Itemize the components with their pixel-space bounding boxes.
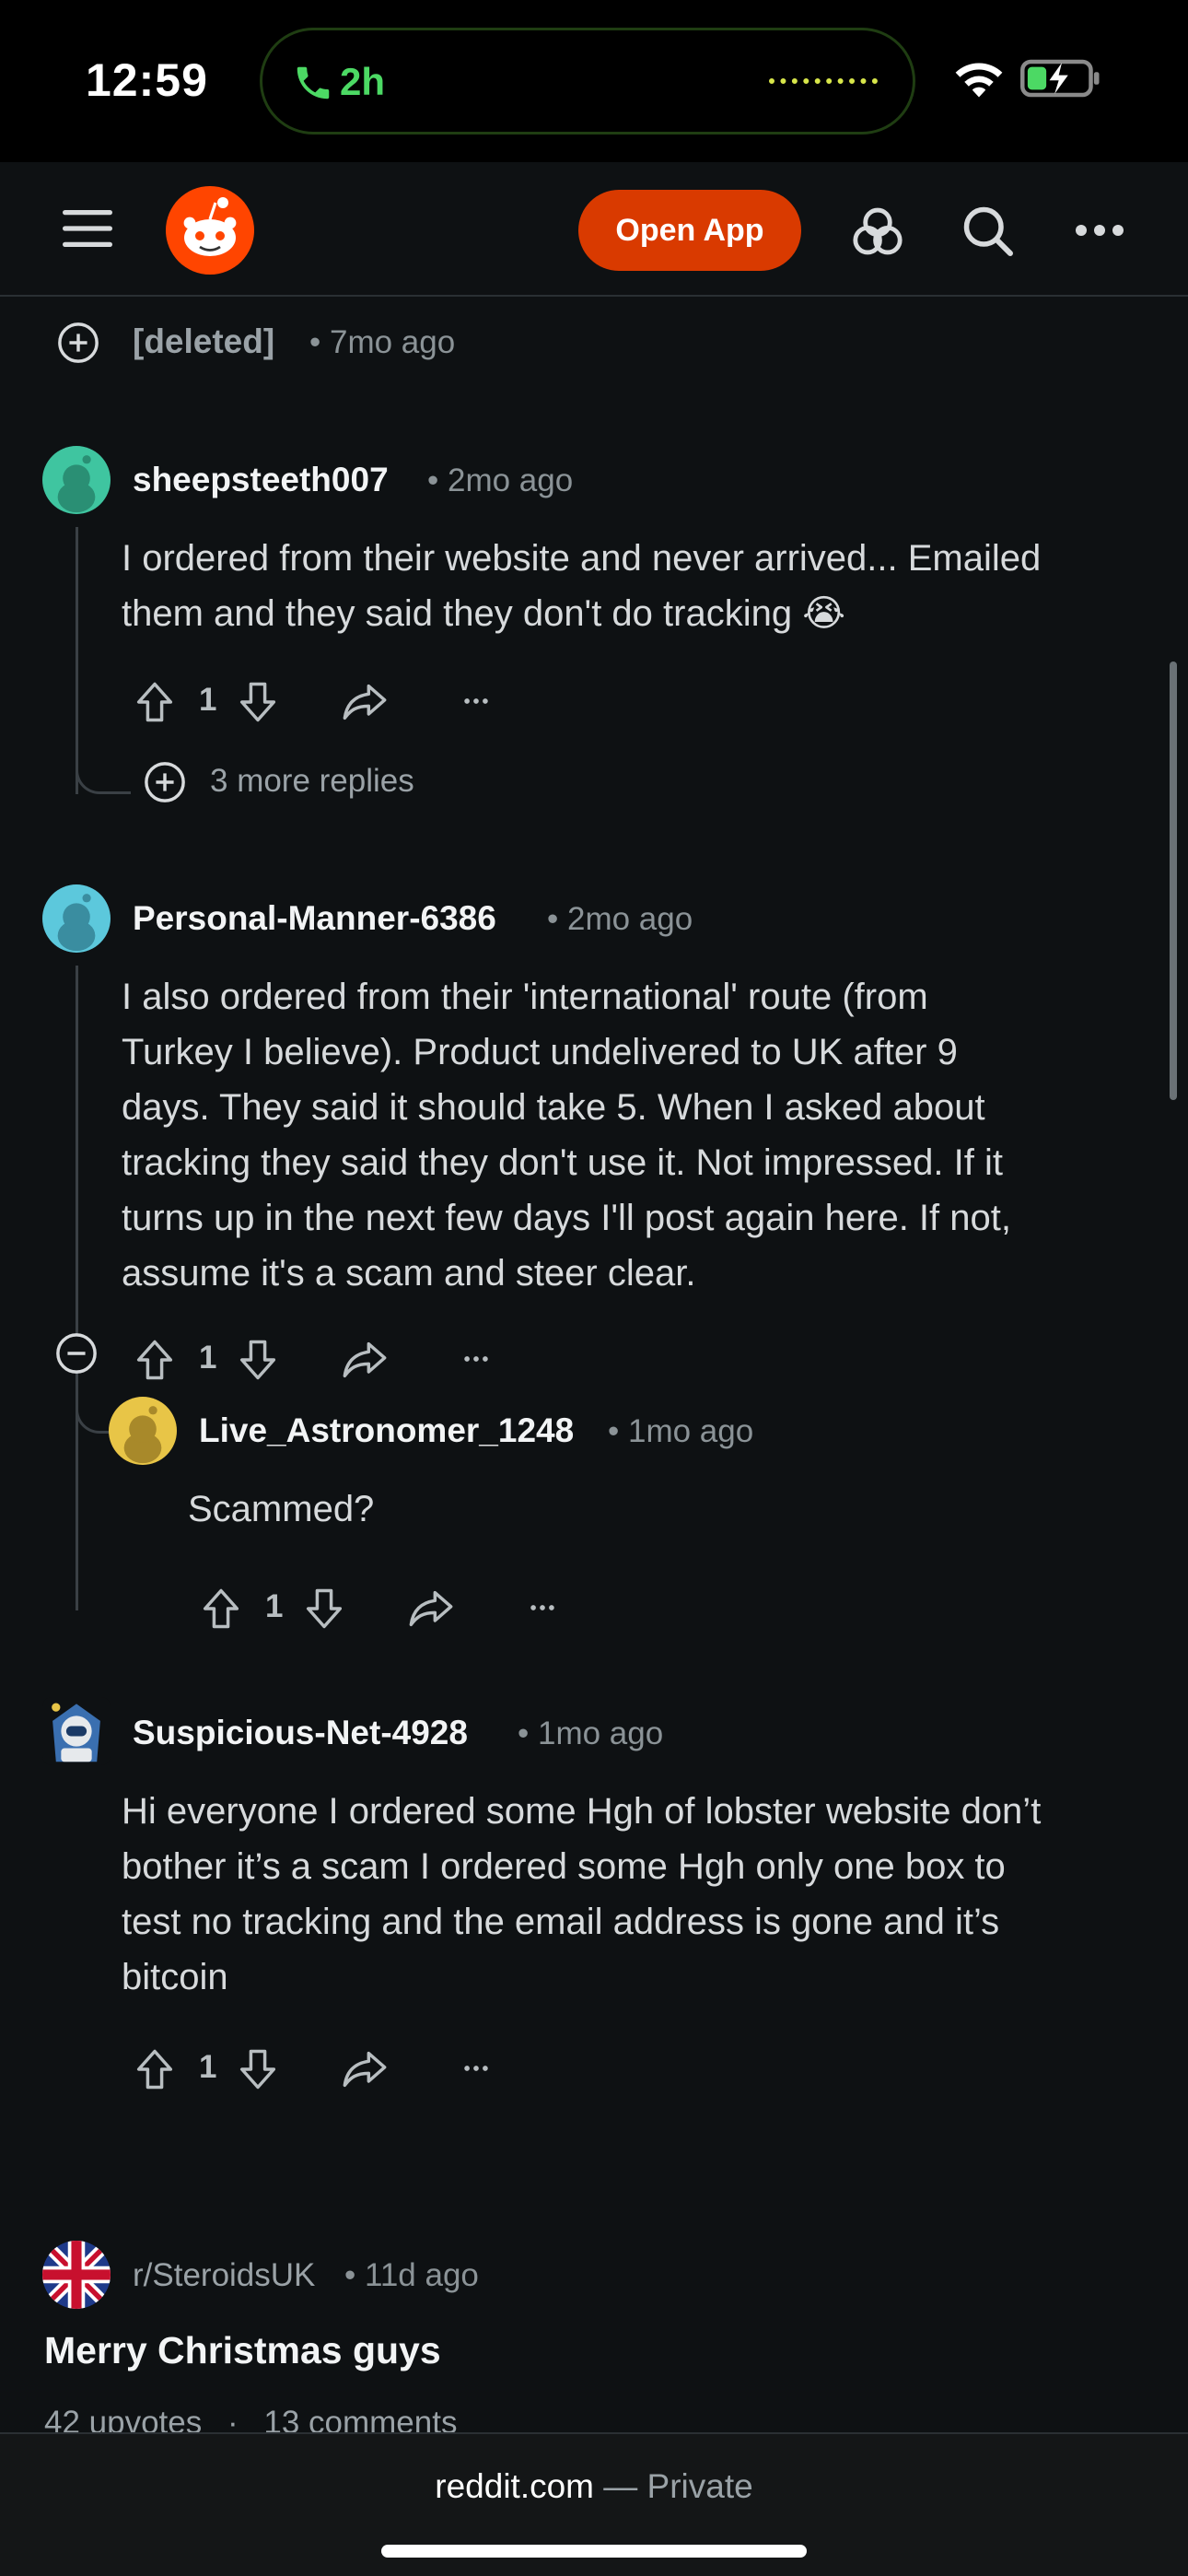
private-label: — Private (594, 2467, 753, 2505)
downvote-icon[interactable] (300, 1585, 348, 1633)
stats-separator: · (227, 2405, 239, 2432)
games-icon[interactable] (851, 205, 904, 258)
vote-count: 1 (265, 1588, 284, 1624)
comment-age: • 2mo ago (427, 463, 574, 498)
comment-age: • 1mo ago (608, 1413, 754, 1449)
url-bar[interactable]: reddit.com — Private (0, 2467, 1188, 2506)
share-icon[interactable] (341, 678, 389, 726)
comment-more-icon[interactable] (460, 1347, 492, 1371)
subreddit-icon[interactable] (42, 2241, 111, 2309)
comment-body: I also ordered from their 'international… (122, 969, 1153, 1301)
avatar[interactable] (109, 1397, 177, 1465)
status-bar: 12:59 2h (0, 0, 1188, 162)
dynamic-island-call[interactable]: 2h (260, 28, 915, 135)
astronaut-avatar-icon (42, 1697, 111, 1765)
expand-replies-icon[interactable] (144, 761, 186, 803)
url-domain: reddit.com (435, 2467, 594, 2505)
comment-line: bitcoin (122, 1957, 228, 1997)
scrollbar[interactable] (1170, 662, 1177, 1100)
wifi-icon (955, 63, 1003, 98)
share-icon[interactable] (341, 2045, 389, 2093)
snoo-avatar-icon (42, 446, 111, 514)
comment-author-deleted[interactable]: [deleted] (133, 322, 274, 361)
upvote-icon[interactable] (197, 1585, 245, 1633)
comment-body: Scammed? (188, 1489, 375, 1529)
upvote-count: 42 upvotes (44, 2405, 203, 2432)
comment-author[interactable]: Live_Astronomer_1248 (199, 1411, 574, 1450)
status-time: 12:59 (86, 54, 208, 106)
downvote-icon[interactable] (234, 1336, 282, 1384)
top-navigation: Open App (0, 162, 1188, 297)
comment-age: • 2mo ago (547, 901, 693, 937)
comment-more-icon[interactable] (460, 2056, 492, 2080)
comment-line: test no tracking and the email address i… (122, 1902, 1000, 1942)
vote-count: 1 (199, 682, 217, 718)
comment-actions: 1 (129, 2038, 543, 2102)
snoo-avatar-icon (42, 884, 111, 953)
comment-line: Turkey I believe). Product undelivered t… (122, 1032, 958, 1072)
hamburger-menu-icon[interactable] (63, 206, 112, 251)
share-icon[interactable] (407, 1585, 455, 1633)
snoo-avatar-icon (109, 1397, 177, 1465)
comment-author[interactable]: Suspicious-Net-4928 (133, 1714, 468, 1752)
comment-line: assume it's a scam and steer clear. (122, 1253, 696, 1294)
comment-author[interactable]: Personal-Manner-6386 (133, 899, 496, 938)
comment-line: bother it’s a scam I ordered some Hgh on… (122, 1846, 1006, 1887)
comment-line: I ordered from their website and never a… (122, 538, 1042, 579)
post-stats: 42 upvotes · 13 comments (44, 2405, 457, 2432)
avatar[interactable] (42, 1697, 111, 1765)
home-indicator[interactable] (381, 2545, 807, 2558)
comment-body: I ordered from their website and never a… (122, 531, 1153, 641)
phone-icon (297, 66, 330, 100)
share-icon[interactable] (341, 1336, 389, 1384)
comment-age: • 1mo ago (518, 1715, 664, 1751)
comment-line: them and they said they don't do trackin… (122, 593, 845, 634)
reddit-logo-icon[interactable] (166, 186, 254, 275)
collapse-comment-icon[interactable] (55, 1332, 98, 1375)
post-title[interactable]: Merry Christmas guys (44, 2329, 441, 2372)
search-icon[interactable] (960, 203, 1015, 258)
union-flag-icon (42, 2241, 111, 2309)
avatar[interactable] (42, 446, 111, 514)
more-replies-link[interactable]: 3 more replies (210, 763, 414, 800)
expand-comment-icon[interactable] (57, 322, 99, 364)
comment-age: • 7mo ago (309, 324, 456, 360)
more-options-icon[interactable] (1070, 203, 1129, 258)
comment-line: days. They said it should take 5. When I… (122, 1087, 985, 1128)
comment-count: 13 comments (263, 2405, 458, 2432)
thread-line[interactable] (76, 966, 78, 1610)
comment-line: tracking they said they don't use it. No… (122, 1142, 1003, 1183)
avatar[interactable] (42, 884, 111, 953)
comment-line: Hi everyone I ordered some Hgh of lobste… (122, 1791, 1042, 1832)
upvote-icon[interactable] (131, 678, 179, 726)
upvote-icon[interactable] (131, 1336, 179, 1384)
open-app-button[interactable]: Open App (578, 190, 801, 271)
vote-count: 1 (199, 2049, 217, 2085)
comment-more-icon[interactable] (527, 1596, 558, 1620)
battery-charging-icon (1020, 59, 1100, 98)
comment-actions: 1 (129, 1329, 543, 1393)
comment-body: Hi everyone I ordered some Hgh of lobste… (122, 1784, 1153, 2005)
comment-actions: 1 (129, 671, 543, 735)
comment-actions: 1 (195, 1577, 610, 1642)
comment-line: I also ordered from their 'international… (122, 977, 928, 1017)
subreddit-name[interactable]: r/SteroidsUK (133, 2257, 315, 2294)
downvote-icon[interactable] (234, 678, 282, 726)
comment-thread: [deleted] • 7mo ago sheepsteeth007 • 2mo… (0, 299, 1188, 2432)
comment-more-icon[interactable] (460, 689, 492, 713)
upvote-icon[interactable] (131, 2045, 179, 2093)
comment-author[interactable]: sheepsteeth007 (133, 461, 389, 499)
audio-waveform-icon (769, 78, 878, 86)
comment-line: turns up in the next few days I'll post … (122, 1198, 1011, 1238)
thread-connector (76, 1386, 112, 1434)
vote-count: 1 (199, 1340, 217, 1376)
browser-bottom-bar: reddit.com — Private (0, 2432, 1188, 2576)
thread-connector (76, 746, 131, 794)
post-age: • 11d ago (344, 2257, 479, 2293)
downvote-icon[interactable] (234, 2045, 282, 2093)
call-duration: 2h (340, 60, 386, 103)
